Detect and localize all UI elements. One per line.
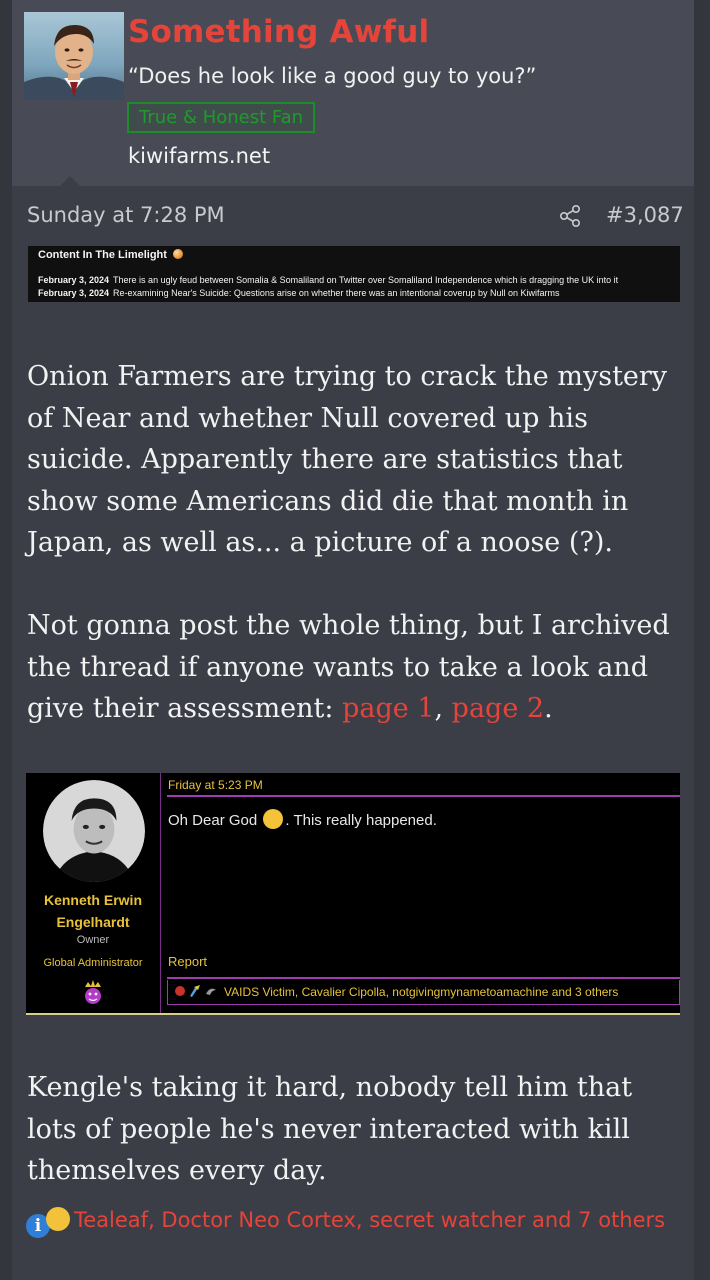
sad-face-icon [263,809,284,829]
thinking-face-icon [46,1207,70,1231]
username[interactable]: Something Awful [128,14,429,50]
limelight-item-text: There is an ugly feud between Somalia & … [113,275,619,285]
crown-icon [85,980,101,1004]
embed-username-line: Engelhardt [56,914,130,930]
embed-message: Oh Dear God . This really happened. [168,809,437,829]
limelight-item: February 3, 2024 There is an ugly feud be… [38,275,618,285]
limelight-title-text: Content In The Limelight [38,249,167,261]
archive-link-page-1[interactable]: page 1 [342,693,434,724]
embed-message-text: . This really happened. [285,812,437,829]
limelight-item-text: Re-examining Near's Suicide: Questions a… [113,288,560,298]
embed-reactions-text: VAIDS Victim, Cavalier Cipolla, notgivin… [224,985,619,999]
limelight-item: February 3, 2024 Re-examining Near's Suic… [38,288,559,298]
limelight-image: Content In The Limelight February 3, 202… [28,246,680,302]
embed-message-text: Oh Dear God [168,812,262,829]
embed-role-owner: Owner [76,934,110,946]
user-header-card: Something Awful “Does he look like a goo… [12,0,694,186]
right-gutter [694,0,710,1280]
limelight-item-date: February 3, 2024 [38,288,110,298]
left-gutter [0,0,12,1280]
post-number[interactable]: #3,087 [606,203,684,227]
user-badge: True & Honest Fan [127,102,316,133]
embed-post-date: Friday at 5:23 PM [168,778,263,792]
avatar-portrait [24,24,124,100]
reactions-list[interactable]: Tealeaf, Doctor Neo Cortex, secret watch… [74,1208,665,1232]
link-separator: , [434,693,452,724]
embed-reactions-bar: VAIDS Victim, Cavalier Cipolla, notgivin… [167,980,680,1005]
embed-avatar [43,780,145,882]
limelight-item-date: February 3, 2024 [38,275,110,285]
embed-avatar-portrait [43,780,145,882]
archive-link-page-2[interactable]: page 2 [452,693,544,724]
post-paragraph: Not gonna post the whole thing, but I ar… [27,605,687,730]
avatar[interactable] [24,12,124,100]
card-pointer [58,176,82,188]
orb-icon [173,249,183,259]
divider [167,795,680,797]
post-date[interactable]: Sunday at 7:28 PM [27,203,225,227]
reaction-icons [174,984,220,1001]
embed-role-admin: Global Administrator [43,957,143,969]
embed-username-line: Kenneth Erwin [43,892,142,908]
embed-username: Kenneth Erwin Engelhardt [26,889,160,933]
divider [167,977,680,979]
sentence-period: . [544,693,553,724]
embed-user-panel: Kenneth Erwin Engelhardt Owner Global Ad… [26,773,161,1013]
reaction-emoji-icons [175,985,216,997]
limelight-title: Content In The Limelight [38,249,183,261]
post-paragraph: Onion Farmers are trying to crack the my… [27,361,668,558]
embedded-screenshot[interactable]: Kenneth Erwin Engelhardt Owner Global Ad… [26,773,680,1015]
user-custom-title: “Does he look like a good guy to you?” [128,64,537,88]
embed-report-link: Report [168,954,208,969]
post-reactions[interactable]: i Tealeaf, Doctor Neo Cortex, secret watc… [26,1205,666,1238]
post-paragraph: Kengle's taking it hard, nobody tell him… [27,1072,633,1186]
user-website: kiwifarms.net [128,144,271,168]
share-icon[interactable] [558,204,582,228]
